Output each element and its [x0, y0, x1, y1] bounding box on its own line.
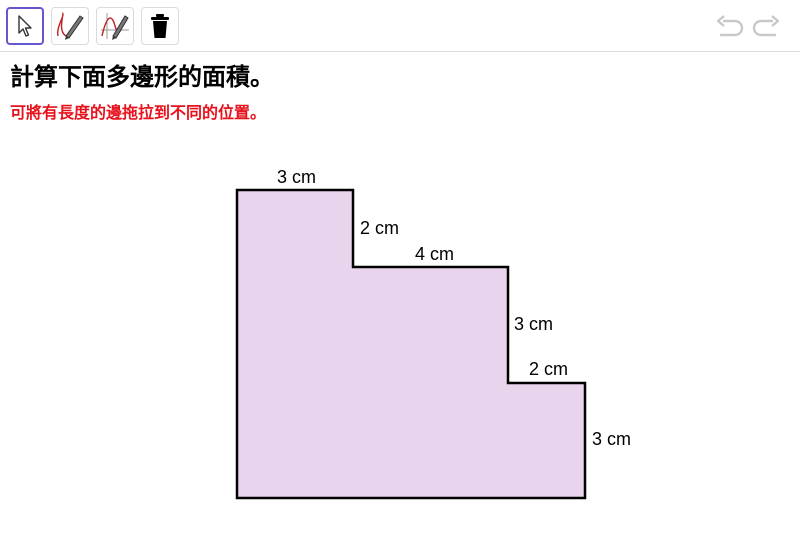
- polygon-shape[interactable]: [235, 188, 587, 500]
- cursor-arrow-icon: [18, 15, 32, 37]
- graphics-view[interactable]: 3 cm 2 cm 4 cm 3 cm 2 cm 3 cm: [0, 53, 800, 550]
- pen-tool-button[interactable]: [51, 7, 89, 45]
- edge-label-step1-horizontal[interactable]: 4 cm: [415, 244, 454, 264]
- undo-icon: [716, 15, 744, 37]
- undo-button[interactable]: [714, 12, 744, 42]
- edge-label-step2-horizontal[interactable]: 2 cm: [529, 359, 568, 379]
- pen-icon: [56, 11, 84, 40]
- redo-button[interactable]: [752, 12, 782, 42]
- freehand-shape-icon: [101, 13, 129, 40]
- trash-icon: [151, 14, 169, 38]
- edge-label-top[interactable]: 3 cm: [277, 167, 316, 187]
- redo-icon: [752, 15, 780, 37]
- edge-label-right-vertical[interactable]: 3 cm: [592, 429, 631, 449]
- edge-label-step1-vertical[interactable]: 2 cm: [360, 218, 399, 238]
- geogebra-app: 3 cm 2 cm 4 cm 3 cm 2 cm 3 cm 計算下面多邊形的面積…: [0, 0, 800, 550]
- toolbar: [0, 0, 800, 52]
- move-tool-button[interactable]: [6, 7, 44, 45]
- question-hint: 可將有長度的邊拖拉到不同的位置。: [10, 103, 267, 122]
- delete-tool-button[interactable]: [141, 7, 179, 45]
- question-title: 計算下面多邊形的面積。: [10, 62, 274, 91]
- freehand-shape-tool-button[interactable]: [96, 7, 134, 45]
- edge-label-step2-vertical[interactable]: 3 cm: [514, 314, 553, 334]
